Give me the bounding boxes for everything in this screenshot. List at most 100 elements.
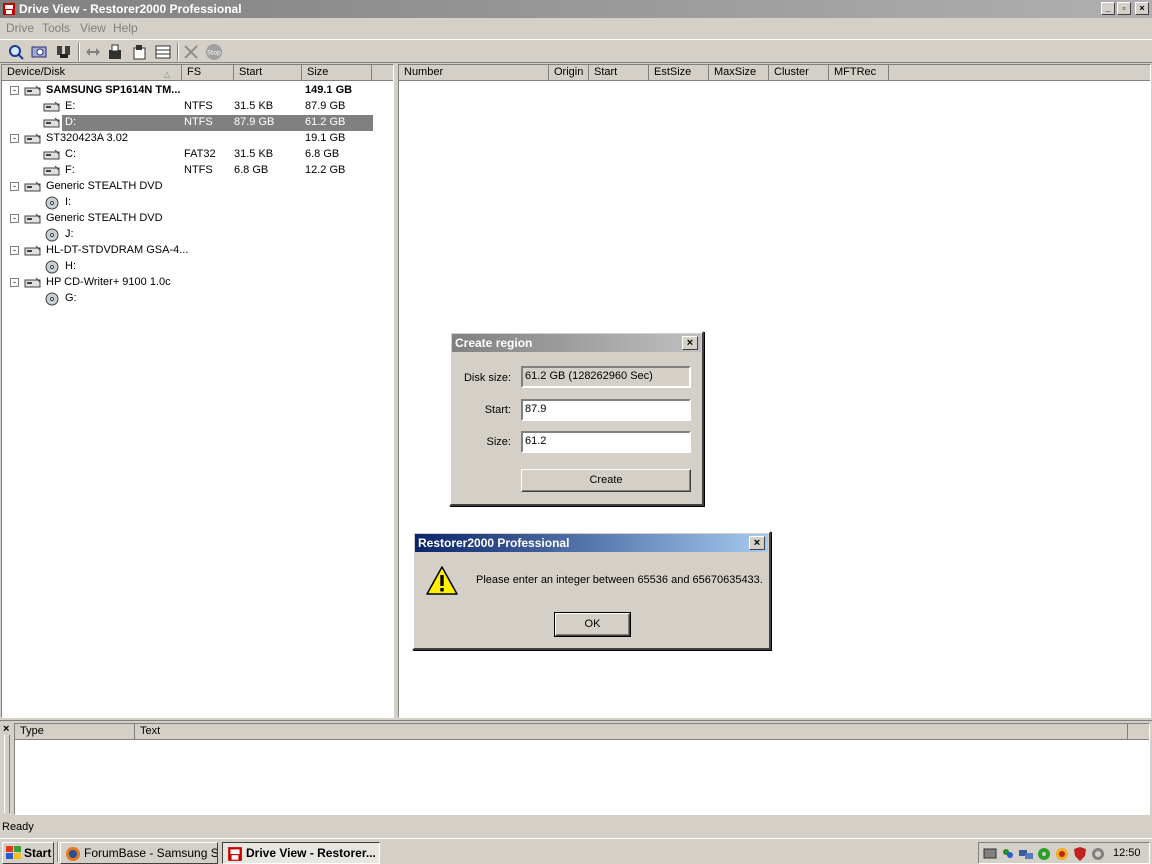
collapse-icon[interactable]: - xyxy=(10,214,19,223)
partition-icon xyxy=(43,165,60,176)
column-header-size[interactable]: Size xyxy=(302,65,372,81)
column-header-start[interactable]: Start xyxy=(589,65,649,81)
hard-disk-icon xyxy=(24,181,41,192)
search-icon[interactable] xyxy=(30,42,50,62)
scan-drive-icon[interactable] xyxy=(6,42,26,62)
close-log-icon[interactable]: × xyxy=(3,723,9,735)
device-tree-panel[interactable]: Device/Disk △ FS Start Size - SAMSUNG SP1… xyxy=(1,64,394,718)
save-icon[interactable] xyxy=(130,42,150,62)
start-label: Start: xyxy=(484,404,511,416)
menu-tools[interactable]: Tools xyxy=(42,21,70,35)
start-cell: 31.5 KB xyxy=(234,100,274,112)
column-header-start[interactable]: Start xyxy=(234,65,302,81)
close-icon[interactable]: × xyxy=(749,536,765,550)
column-header-fs[interactable]: FS xyxy=(182,65,234,81)
menu-view[interactable]: View xyxy=(80,21,106,35)
window-title: Drive View - Restorer2000 Professional xyxy=(19,2,242,16)
fs-cell: NTFS xyxy=(184,100,213,112)
close-icon[interactable]: × xyxy=(1135,2,1149,15)
device-name: J: xyxy=(65,228,74,240)
column-header-maxsize[interactable]: MaxSize xyxy=(709,65,769,81)
log-list[interactable]: Type Text xyxy=(14,723,1150,815)
device-name: SAMSUNG SP1614N TM... xyxy=(46,84,181,96)
tree-partition-row[interactable]: J: xyxy=(2,227,373,243)
collapse-icon[interactable]: - xyxy=(10,278,19,287)
disk-size-label: Disk size: xyxy=(463,372,511,384)
close-icon[interactable]: × xyxy=(682,336,698,350)
collapse-icon[interactable]: - xyxy=(10,86,19,95)
delete-icon[interactable] xyxy=(181,42,201,62)
find-icon[interactable] xyxy=(54,42,74,62)
menu-help[interactable]: Help xyxy=(113,21,138,35)
antivirus-icon[interactable] xyxy=(1054,846,1070,862)
size-input[interactable]: 61.2 xyxy=(521,431,691,453)
messenger-icon[interactable] xyxy=(1000,846,1016,862)
tree-partition-row[interactable]: F: NTFS 6.8 GB 12.2 GB xyxy=(2,163,373,179)
column-header-text[interactable]: Text xyxy=(135,724,1128,740)
size-cell: 6.8 GB xyxy=(305,148,340,160)
size-cell: 87.9 GB xyxy=(305,100,346,112)
hard-disk-icon xyxy=(24,133,41,144)
tree-disk-row[interactable]: - HP CD-Writer+ 9100 1.0c xyxy=(2,275,373,291)
error-title: Restorer2000 Professional xyxy=(418,536,570,550)
network-icon[interactable] xyxy=(1018,846,1034,862)
column-header-device[interactable]: Device/Disk △ xyxy=(2,65,182,81)
column-header-type[interactable]: Type xyxy=(15,724,135,740)
tree-disk-row[interactable]: - ST320423A 3.02 19.1 GB xyxy=(2,131,373,147)
monitor-icon[interactable] xyxy=(982,846,998,862)
stop-label: Stop xyxy=(207,50,221,57)
ok-button[interactable]: OK xyxy=(554,612,631,637)
tree-partition-row[interactable]: I: xyxy=(2,195,373,211)
hard-disk-icon xyxy=(24,213,41,224)
window-title-bar[interactable]: Drive View - Restorer2000 Professional _… xyxy=(0,0,1152,18)
create-region-dialog[interactable]: Create region × Disk size: 61.2 GB (1282… xyxy=(449,331,704,506)
column-header-number[interactable]: Number xyxy=(399,65,549,81)
start-button[interactable]: Start xyxy=(2,842,54,864)
column-header-mftrec[interactable]: MFTRec xyxy=(829,65,889,81)
shield-icon[interactable] xyxy=(1072,846,1088,862)
partition-icon xyxy=(43,117,60,128)
volume-icon[interactable] xyxy=(1090,846,1106,862)
start-cell: 87.9 GB xyxy=(234,116,275,128)
column-header-cluster[interactable]: Cluster xyxy=(769,65,829,81)
error-title-bar[interactable]: Restorer2000 Professional × xyxy=(415,534,768,552)
tree-partition-row[interactable]: C: FAT32 31.5 KB 6.8 GB xyxy=(2,147,373,163)
tree-partition-row[interactable]: D: NTFS 87.9 GB 61.2 GB xyxy=(43,115,373,131)
open-icon[interactable] xyxy=(106,42,126,62)
collapse-icon[interactable]: - xyxy=(10,246,19,255)
collapse-icon[interactable]: - xyxy=(10,134,19,143)
size-cell: 149.1 GB xyxy=(305,84,353,96)
log-pane: × Type Text xyxy=(0,720,1152,818)
tree-disk-row[interactable]: - SAMSUNG SP1614N TM... 149.1 GB xyxy=(2,83,373,99)
tree-partition-row[interactable]: G: xyxy=(2,291,373,307)
partition-icon xyxy=(43,149,60,160)
settings-icon[interactable] xyxy=(1036,846,1052,862)
tree-partition-row[interactable]: E: NTFS 31.5 KB 87.9 GB xyxy=(2,99,373,115)
navigate-icon[interactable] xyxy=(83,42,103,62)
tree-disk-row[interactable]: - Generic STEALTH DVD xyxy=(2,179,373,195)
minimize-icon[interactable]: _ xyxy=(1101,2,1115,15)
log-gripper[interactable] xyxy=(4,735,10,813)
tree-disk-row[interactable]: - HL-DT-STDVDRAM GSA-4... xyxy=(2,243,373,259)
stop-icon[interactable]: Stop xyxy=(204,42,224,62)
tree-partition-row[interactable]: H: xyxy=(2,259,373,275)
start-input[interactable]: 87.9 xyxy=(521,399,691,421)
tree-disk-row[interactable]: - Generic STEALTH DVD xyxy=(2,211,373,227)
collapse-icon[interactable]: - xyxy=(10,182,19,191)
restore-icon[interactable]: ▫ xyxy=(1117,2,1131,15)
cd-drive-icon xyxy=(45,292,59,306)
fs-cell: FAT32 xyxy=(184,148,216,160)
error-message-box[interactable]: Restorer2000 Professional × Please enter… xyxy=(412,531,771,650)
region-icon[interactable] xyxy=(153,42,173,62)
hard-disk-icon xyxy=(24,245,41,256)
create-region-title-bar[interactable]: Create region × xyxy=(452,334,701,352)
taskbar-item-forumbase[interactable]: ForumBase - Samsung S... xyxy=(60,842,218,864)
taskbar-item-drive-view[interactable]: Drive View - Restorer... xyxy=(222,842,380,864)
taskbar-item-label: Drive View - Restorer... xyxy=(246,846,376,860)
disk-size-field: 61.2 GB (128262960 Sec) xyxy=(521,366,691,388)
menu-drive[interactable]: Drive xyxy=(6,21,34,35)
column-header-estsize[interactable]: EstSize xyxy=(649,65,709,81)
column-header-origin[interactable]: Origin xyxy=(549,65,589,81)
create-button[interactable]: Create xyxy=(521,469,691,492)
toolbar-separator xyxy=(78,43,80,61)
